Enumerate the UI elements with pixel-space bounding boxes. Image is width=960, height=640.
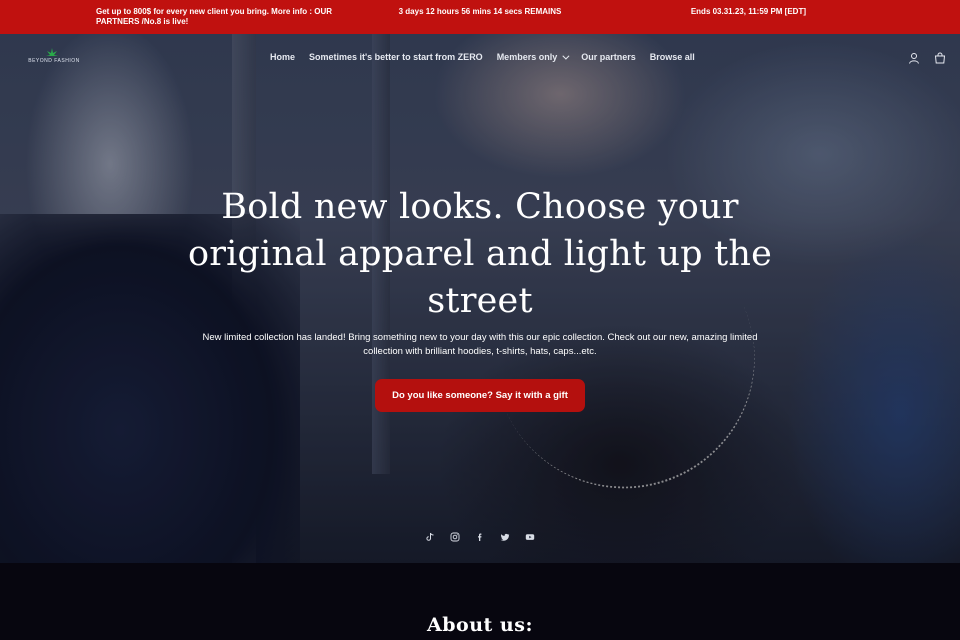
announcement-end-date: Ends 03.31.23, 11:59 PM [EDT] [690,7,806,16]
header-actions [908,52,946,64]
leaf-logo-icon [46,48,58,56]
site-header: BEYOND FASHION Home Sometimes it's bette… [0,34,960,82]
hero-title: Bold new looks. Choose your original app… [187,187,773,321]
nav-item-label: Sometimes it's better to start from ZERO [309,52,483,62]
nav-item-label: Members only [496,52,558,62]
nav-item-label: Our partners [581,52,636,62]
about-title: About us: [427,614,533,636]
announcement-countdown: 3 days 12 hours 56 mins 14 secs REMAINS [398,7,562,16]
nav-item-our-partners[interactable]: Our partners [581,52,636,62]
nav-item-start-from-zero[interactable]: Sometimes it's better to start from ZERO [309,52,483,62]
nav-item-label: Browse all [649,52,695,62]
announcement-bar: Get up to 800$ for every new client you … [0,0,960,34]
logo-text: BEYOND FASHION [28,58,80,64]
account-icon[interactable] [908,52,920,64]
about-section: About us: [0,563,960,640]
facebook-icon[interactable] [475,532,485,542]
twitter-icon[interactable] [500,532,510,542]
instagram-icon[interactable] [450,532,460,542]
nav-item-browse-all[interactable]: Browse all [650,52,695,62]
hero-description: New limited collection has landed! Bring… [202,332,758,357]
nav-item-members-only[interactable]: Members only [496,52,570,62]
tiktok-icon[interactable] [425,532,435,542]
chevron-down-icon [562,52,570,60]
site-logo[interactable]: BEYOND FASHION [24,48,84,68]
youtube-icon[interactable] [525,532,535,542]
nav-item-label: Home [270,52,296,62]
gift-cta-button[interactable]: Do you like someone? Say it with a gift [375,379,585,412]
cart-icon[interactable] [934,52,946,64]
nav-item-home[interactable]: Home [270,52,295,62]
social-links [0,532,960,542]
main-nav: Home Sometimes it's better to start from… [270,52,709,62]
